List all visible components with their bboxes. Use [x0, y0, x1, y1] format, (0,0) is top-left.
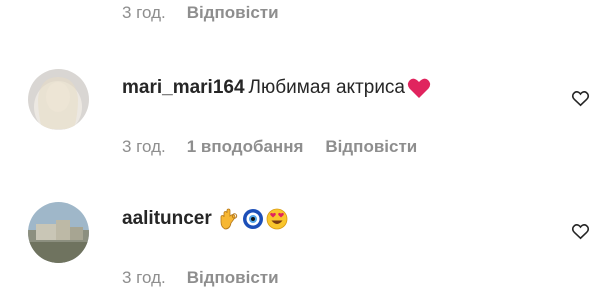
comment-text: Любимая актриса — [248, 77, 405, 98]
comment-body: aalituncer — [122, 208, 288, 230]
comment-time: 3 год. — [122, 3, 166, 22]
comment-meta: 3 год. Відповісти — [122, 268, 279, 288]
red-heart-icon — [407, 77, 431, 99]
nazar-amulet-icon — [242, 208, 264, 230]
reply-button[interactable]: Відповісти — [325, 137, 417, 157]
comment-body: mari_mari164 Любимая актриса — [122, 77, 431, 99]
comment-time: 3 год. — [122, 137, 166, 156]
like-heart-icon[interactable] — [571, 222, 590, 241]
likes-count[interactable]: 1 вподобання — [187, 137, 304, 157]
reply-button[interactable]: Відповісти — [187, 268, 279, 288]
username-link[interactable]: mari_mari164 — [122, 77, 245, 99]
like-heart-icon[interactable] — [571, 89, 590, 108]
comment-meta: 3 год. Відповісти — [122, 3, 279, 23]
avatar[interactable] — [28, 202, 89, 263]
avatar[interactable] — [28, 69, 89, 130]
username-link[interactable]: aalituncer — [122, 208, 212, 230]
heart-eyes-icon — [266, 208, 288, 230]
comment-time: 3 год. — [122, 268, 166, 287]
comment-meta: 3 год. 1 вподобання Відповісти — [122, 137, 417, 157]
reply-button[interactable]: Відповісти — [187, 3, 279, 23]
ok-hand-icon — [218, 208, 240, 230]
